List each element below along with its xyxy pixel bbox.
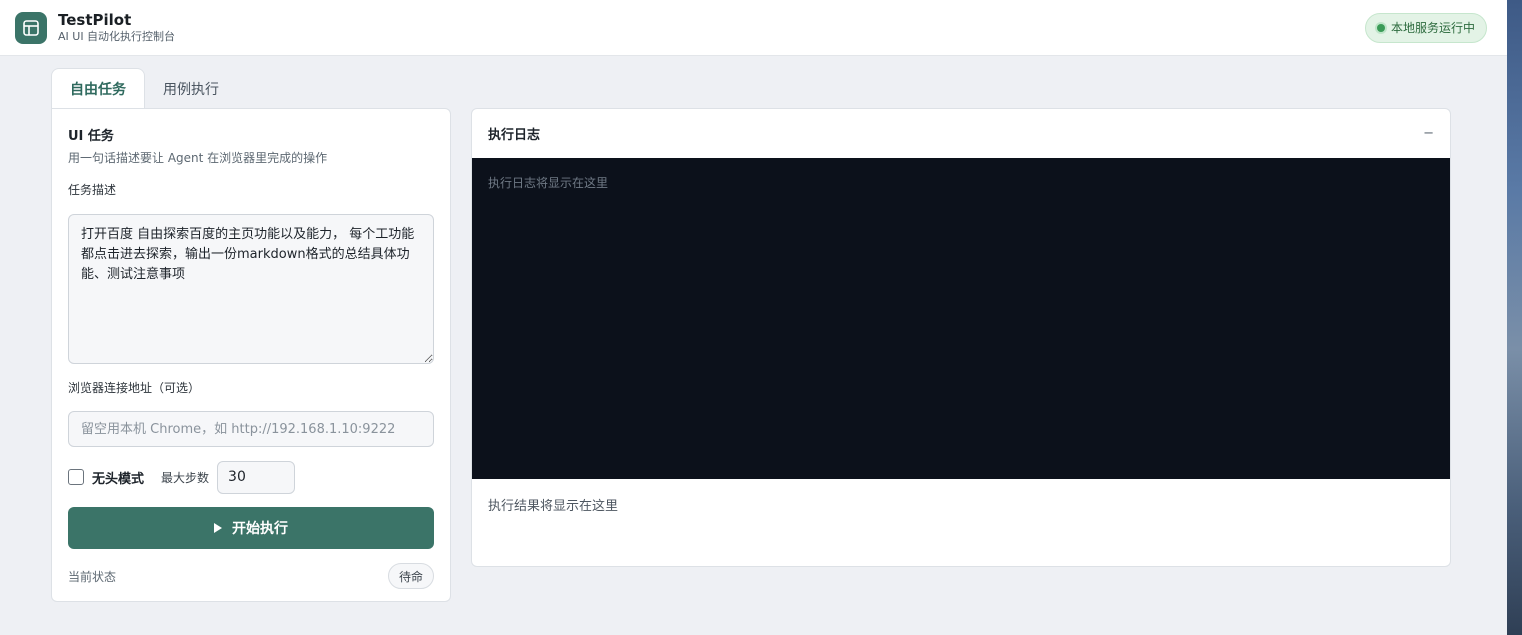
state-badge: 待命 (387, 563, 434, 589)
status-dot-icon (1376, 23, 1385, 32)
max-steps-input[interactable] (217, 460, 296, 494)
start-run-label: 开始执行 (232, 521, 288, 537)
task-description-input[interactable]: 打开百度 自由探索百度的主页功能以及能力， 每个工功能都点击进去探索，输出一份m… (68, 214, 434, 364)
app-subtitle: AI UI 自动化执行控制台 (58, 30, 176, 43)
result-output: 执行结果将显示在这里 (472, 479, 1450, 530)
task-description-label: 任务描述 (68, 183, 117, 197)
result-placeholder: 执行结果将显示在这里 (488, 499, 619, 514)
play-icon (214, 523, 222, 533)
log-panel: 执行日志 − 执行日志将显示在这里 执行结果将显示在这里 (471, 108, 1451, 567)
log-title: 执行日志 (488, 128, 541, 143)
max-steps-label: 最大步数 (161, 470, 210, 485)
log-output: 执行日志将显示在这里 (472, 158, 1450, 479)
collapse-button[interactable]: − (1423, 126, 1434, 141)
task-panel: UI 任务 用一句话描述要让 Agent 在浏览器里完成的操作 任务描述 打开百… (51, 108, 451, 602)
service-status-badge: 本地服务运行中 (1364, 12, 1487, 43)
task-panel-title: UI 任务 (68, 129, 114, 144)
mode-tabs: 自由任务 用例执行 (51, 68, 237, 109)
start-run-button[interactable]: 开始执行 (68, 507, 434, 549)
current-state-label: 当前状态 (68, 569, 117, 584)
headless-checkbox[interactable] (68, 469, 84, 485)
app-title: TestPilot (58, 11, 132, 29)
state-row: 当前状态 待命 (68, 563, 434, 589)
tab-case-run[interactable]: 用例执行 (145, 68, 237, 109)
headless-label: 无头模式 (92, 471, 145, 487)
brand: TestPilot AI UI 自动化执行控制台 (15, 11, 175, 44)
app-window: TestPilot AI UI 自动化执行控制台 本地服务运行中 自由任务 用例… (0, 0, 1507, 635)
desktop-background (1507, 0, 1522, 635)
tab-free-task[interactable]: 自由任务 (51, 68, 145, 109)
app-header: TestPilot AI UI 自动化执行控制台 本地服务运行中 (0, 0, 1507, 56)
log-placeholder: 执行日志将显示在这里 (488, 176, 609, 190)
browser-url-input[interactable] (68, 411, 434, 447)
options-row: 无头模式 最大步数 (68, 460, 434, 494)
service-status-text: 本地服务运行中 (1390, 21, 1475, 35)
layout-icon (15, 11, 47, 44)
task-panel-subtitle: 用一句话描述要让 Agent 在浏览器里完成的操作 (68, 151, 328, 165)
log-header: 执行日志 − (472, 109, 1450, 158)
browser-url-label: 浏览器连接地址（可选） (68, 381, 201, 395)
